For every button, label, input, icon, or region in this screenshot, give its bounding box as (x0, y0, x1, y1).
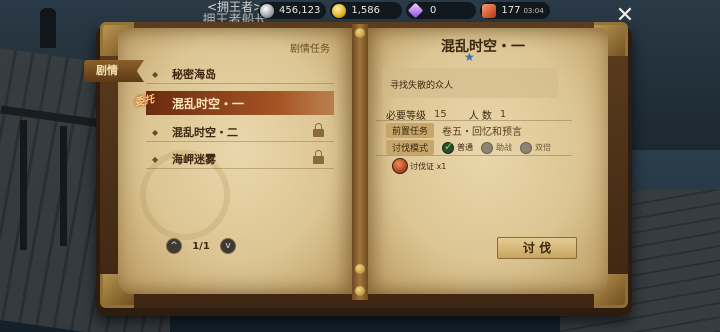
quest-name: 混乱时空・二 (172, 125, 238, 139)
quest-title: 混乱时空・一 (441, 39, 525, 55)
bullet-icon: ◆ (152, 128, 159, 137)
railing-post (60, 126, 67, 246)
resource-gem[interactable]: 0 (406, 2, 477, 19)
lock-icon (313, 123, 324, 137)
reward-label: 讨伐证 x1 (410, 161, 447, 171)
check-icon (442, 140, 455, 154)
silver-coin-icon (260, 3, 274, 18)
battle-mode-row: 讨伐模式 普通 助战 双倍 (386, 140, 559, 155)
page-indicator: 1/1 (192, 240, 210, 252)
resource-stamina[interactable]: 177 03:04 (480, 2, 550, 19)
next-page-button[interactable]: v (219, 238, 236, 254)
quest-item-cape-fog[interactable]: ◆ 海岬迷雾 (146, 149, 334, 169)
divider (376, 155, 572, 156)
tab-story[interactable]: 剧情 (84, 60, 144, 82)
book-spine (352, 24, 368, 300)
reward-item[interactable]: 讨伐证 x1 (392, 158, 446, 174)
mode-normal-label: 普通 (457, 143, 474, 152)
mode-assist-label: 助战 (496, 143, 513, 152)
spine-bead (355, 28, 365, 38)
gem-amount: 0 (430, 5, 437, 16)
player-character[interactable] (40, 8, 56, 48)
prereq-value: 卷五・回忆和预言 (442, 127, 523, 138)
stamina-timer: 03:04 (523, 6, 544, 15)
mode-double-option[interactable]: 双倍 (520, 141, 552, 154)
mode-normal-option[interactable]: 普通 (442, 140, 474, 154)
stamina-icon (482, 3, 497, 18)
section-header: 剧情任务 (290, 44, 330, 55)
silver-amount: 456,123 (279, 5, 321, 16)
gold-coin-icon (332, 3, 347, 18)
mode-label: 讨伐模式 (386, 140, 435, 155)
quest-item-chaos-1[interactable]: 委托 混乱时空・一 (134, 91, 334, 115)
quest-item-chaos-2[interactable]: ◆ 混乱时空・二 (146, 122, 334, 142)
radio-icon (481, 141, 494, 154)
commission-seal: 委托 (133, 94, 156, 109)
prereq-label: 前置任务 (386, 123, 435, 138)
gem-icon (407, 2, 424, 19)
star-icon: ★ (464, 50, 475, 64)
quest-item-secret-island[interactable]: ◆ 秘密海岛 (146, 64, 334, 84)
conquest-button[interactable]: 讨 伐 (497, 237, 577, 259)
spine-bead (355, 286, 365, 296)
quest-name: 秘密海岛 (172, 67, 216, 81)
count-value: 1 (499, 109, 507, 120)
gold-amount: 1,586 (351, 5, 380, 16)
pager: ^ 1/1 v (166, 237, 236, 255)
mode-assist-option[interactable]: 助战 (481, 141, 513, 154)
quest-description: 寻找失散的众人 (382, 68, 558, 98)
lock-icon (313, 150, 324, 164)
mode-double-label: 双倍 (535, 143, 552, 152)
resource-gold[interactable]: 1,586 (330, 2, 402, 19)
prerequisite-row: 前置任务 卷五・回忆和预言 (386, 123, 522, 138)
bullet-icon: ◆ (152, 155, 159, 164)
prev-page-button[interactable]: ^ (166, 238, 182, 254)
quest-name: 混乱时空・一 (172, 96, 245, 111)
conquest-token-icon (392, 158, 408, 174)
railing-post (20, 120, 27, 250)
radio-icon (520, 141, 533, 154)
spine-bead (355, 264, 365, 274)
stamina-amount: 177 (501, 5, 521, 16)
resource-silver[interactable]: 456,123 (258, 2, 327, 19)
resource-bar: 456,123 1,586 0 177 03:04 (258, 2, 550, 20)
level-value: 15 (434, 109, 447, 120)
bullet-icon: ◆ (152, 70, 159, 79)
divider (376, 120, 572, 121)
quest-list: ◆ 秘密海岛 委托 混乱时空・一 ◆ 混乱时空・二 ◆ 海岬迷雾 (134, 64, 334, 176)
quest-name: 海岬迷雾 (172, 152, 216, 166)
